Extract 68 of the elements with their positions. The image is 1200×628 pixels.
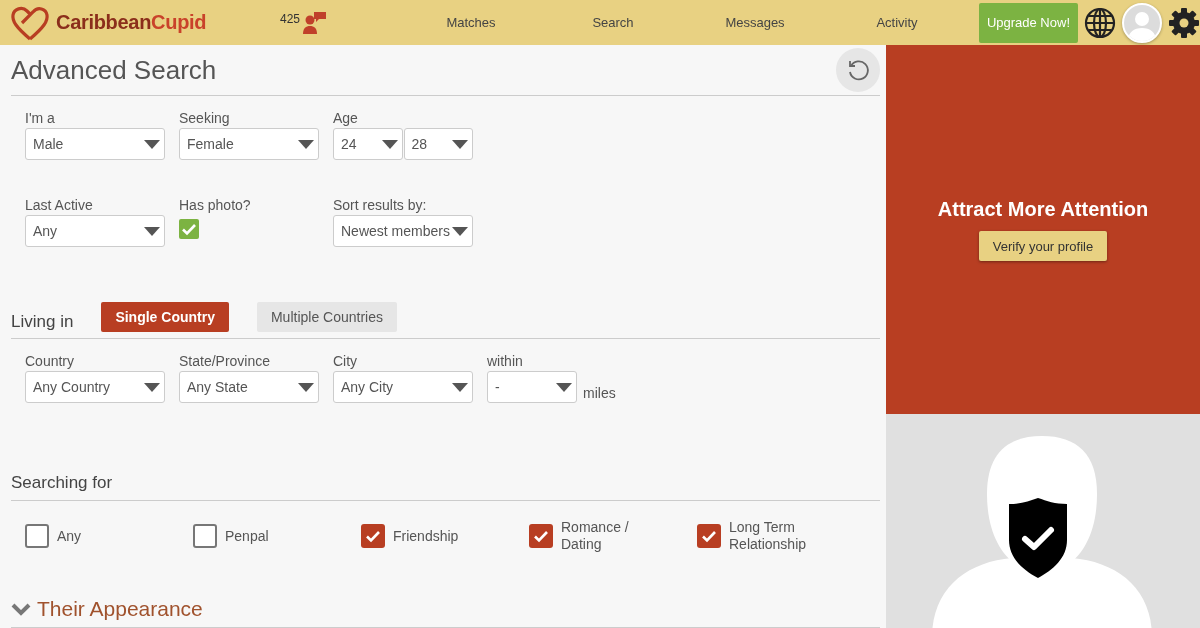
dropdown-field[interactable]: Any State — [179, 371, 319, 403]
caret-icon — [556, 382, 572, 392]
field-label: Sort results by: — [333, 197, 428, 214]
caret-icon — [144, 139, 160, 149]
option-label: Long Term Relationship — [729, 519, 808, 553]
check-icon — [365, 529, 381, 543]
caret-icon — [298, 139, 314, 149]
check-icon — [533, 529, 549, 543]
check-icon — [181, 222, 197, 236]
caret-icon — [452, 139, 468, 149]
globe-icon[interactable] — [1084, 6, 1116, 39]
nav-link[interactable]: Matches — [400, 15, 542, 30]
shield-check-icon — [1009, 498, 1067, 578]
field-label: City — [333, 353, 359, 370]
caret-icon — [381, 139, 398, 149]
checkbox[interactable] — [361, 524, 385, 548]
reset-button[interactable] — [836, 48, 880, 92]
field-label: Last Active — [25, 197, 94, 214]
dropdown-field[interactable]: 28 — [403, 128, 473, 160]
settings-icon[interactable] — [1168, 6, 1200, 39]
dropdown-field[interactable]: Male — [25, 128, 165, 160]
dropdown-field[interactable]: Female — [179, 128, 319, 160]
section-heading: Living in — [11, 312, 74, 332]
nav-link[interactable]: Messages — [684, 15, 826, 30]
dropdown-field[interactable]: Any Country — [25, 371, 165, 403]
option-label: Penpal — [225, 527, 270, 545]
checkbox[interactable] — [179, 219, 199, 239]
caret-icon — [452, 382, 468, 392]
section-heading: Searching for — [11, 473, 113, 492]
checkbox[interactable] — [25, 524, 49, 548]
dropdown-field[interactable]: Any City — [333, 371, 473, 403]
heart-logo-icon — [10, 4, 50, 41]
tab[interactable]: Multiple Countries — [256, 302, 397, 332]
field-label: State/Province — [179, 353, 272, 370]
option-label: Any — [57, 527, 83, 545]
brand-name[interactable]: CaribbeanCupid — [56, 11, 207, 34]
dropdown-field[interactable]: 24 — [333, 128, 403, 160]
chevron-down-icon[interactable] — [11, 602, 31, 616]
unit-label: miles — [583, 385, 616, 401]
nav-link[interactable]: Activity — [826, 15, 968, 30]
option-label: Friendship — [393, 527, 460, 545]
chat-user-icon[interactable] — [303, 11, 328, 34]
checkbox[interactable] — [529, 524, 553, 548]
tab[interactable]: Single Country — [101, 302, 229, 332]
message-count: 425 — [280, 11, 301, 26]
field-label: Country — [25, 353, 76, 370]
caret-icon — [144, 226, 160, 236]
field-label: within — [487, 353, 524, 370]
verify-button[interactable]: Verify your profile — [978, 231, 1108, 261]
page-title: Advanced Search — [11, 54, 217, 86]
check-icon — [701, 529, 717, 543]
field-label: I'm a — [25, 110, 56, 127]
promo-title: Attract More Attention — [937, 198, 1149, 221]
nav-link[interactable]: Search — [542, 15, 684, 30]
dropdown-field[interactable]: Newest members — [333, 215, 473, 247]
caret-icon — [144, 382, 160, 392]
caret-icon — [452, 226, 468, 236]
checkbox[interactable] — [193, 524, 217, 548]
caret-icon — [298, 382, 314, 392]
option-label: Romance / Dating — [561, 519, 630, 553]
field-label: Has photo? — [179, 197, 252, 214]
field-label: Seeking — [179, 110, 231, 127]
field-label: Age — [333, 110, 359, 127]
section-heading[interactable]: Their Appearance — [37, 597, 203, 621]
dropdown-field[interactable]: - — [487, 371, 577, 403]
checkbox[interactable] — [697, 524, 721, 548]
dropdown-field[interactable]: Any — [25, 215, 165, 247]
reset-icon — [846, 58, 870, 82]
